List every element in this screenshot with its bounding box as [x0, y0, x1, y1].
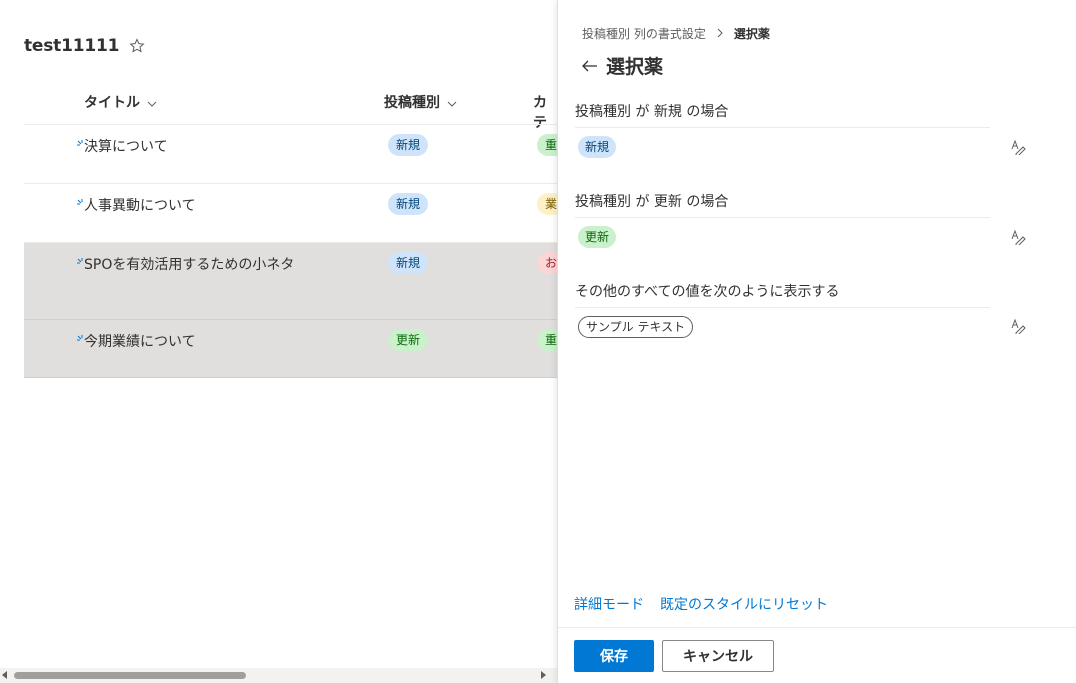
edit-style-icon[interactable] — [1010, 139, 1026, 157]
save-button[interactable]: 保存 — [574, 640, 654, 672]
table-row[interactable]: 人事異動について 新規 業 — [24, 184, 557, 243]
table-row[interactable]: 決算について 新規 重 — [24, 125, 557, 184]
breadcrumb-current: 選択薬 — [733, 27, 770, 41]
category-pill: 重 — [537, 329, 557, 351]
scroll-right-arrow-icon[interactable] — [541, 671, 546, 679]
list-view: test11111 タイトル 投稿種別 カテ 決算について 新規 重 人事異動に… — [0, 0, 557, 683]
cancel-button[interactable]: キャンセル — [662, 640, 774, 672]
horizontal-scrollbar[interactable] — [0, 668, 557, 683]
category-pill: お — [537, 252, 557, 274]
type-pill: 新規 — [388, 134, 429, 156]
reset-style-link[interactable]: 既定のスタイルにリセット — [660, 594, 828, 614]
breadcrumb: 投稿種別 列の書式設定 選択薬 — [582, 25, 770, 42]
panel-header: 選択薬 — [580, 52, 663, 79]
footer-divider — [558, 627, 1076, 628]
list-title-row: test11111 — [24, 36, 145, 56]
category-pill: 重 — [537, 134, 557, 156]
rule-divider — [575, 217, 990, 218]
advanced-mode-link[interactable]: 詳細モード — [574, 594, 644, 614]
column-header-title[interactable]: タイトル — [84, 92, 157, 112]
row-title[interactable]: 今期業績について — [84, 331, 196, 351]
edit-style-icon[interactable] — [1010, 318, 1026, 336]
table-row[interactable]: SPOを有効活用するための小ネタ 新規 お — [24, 243, 557, 320]
rule-label: 投稿種別 が 新規 の場合 — [575, 104, 729, 120]
category-pill: 業 — [537, 193, 557, 215]
column-header-title-label: タイトル — [84, 95, 140, 111]
panel-links: 詳細モード 既定のスタイルにリセット — [574, 594, 828, 614]
row-title[interactable]: 決算について — [84, 136, 168, 156]
row-title[interactable]: 人事異動について — [84, 195, 196, 215]
type-pill: 更新 — [388, 329, 429, 351]
type-pill: 新規 — [388, 252, 429, 274]
column-header-type-label: 投稿種別 — [384, 95, 440, 111]
table-row[interactable]: 今期業績について 更新 重 — [24, 320, 557, 378]
chevron-down-icon — [447, 97, 457, 107]
row-title[interactable]: SPOを有効活用するための小ネタ — [84, 254, 294, 274]
rule-label: 投稿種別 が 更新 の場合 — [575, 194, 729, 210]
column-header-type[interactable]: 投稿種別 — [384, 92, 457, 112]
list-title: test11111 — [24, 36, 120, 56]
edit-style-icon[interactable] — [1010, 229, 1026, 247]
panel-title: 選択薬 — [606, 56, 664, 78]
scroll-left-arrow-icon[interactable] — [2, 671, 7, 679]
chevron-down-icon — [147, 97, 157, 107]
rule-value-pill[interactable]: 新規 — [578, 136, 617, 158]
breadcrumb-parent[interactable]: 投稿種別 列の書式設定 — [582, 25, 706, 42]
rule-value-pill[interactable]: 更新 — [578, 226, 617, 248]
star-icon[interactable] — [129, 38, 145, 54]
scrollbar-thumb[interactable] — [14, 672, 246, 679]
rule-divider — [575, 127, 990, 128]
rule-label: その他のすべての値を次のように表示する — [575, 284, 840, 300]
format-column-panel: 投稿種別 列の書式設定 選択薬 選択薬 投稿種別 が 新規 の場合 新規 投稿種… — [557, 0, 1076, 683]
back-arrow-icon[interactable] — [580, 56, 600, 76]
rule-value-pill[interactable]: サンプル テキスト — [578, 316, 694, 338]
type-pill: 新規 — [388, 193, 429, 215]
chevron-right-icon — [716, 27, 724, 41]
rule-divider — [575, 307, 990, 308]
